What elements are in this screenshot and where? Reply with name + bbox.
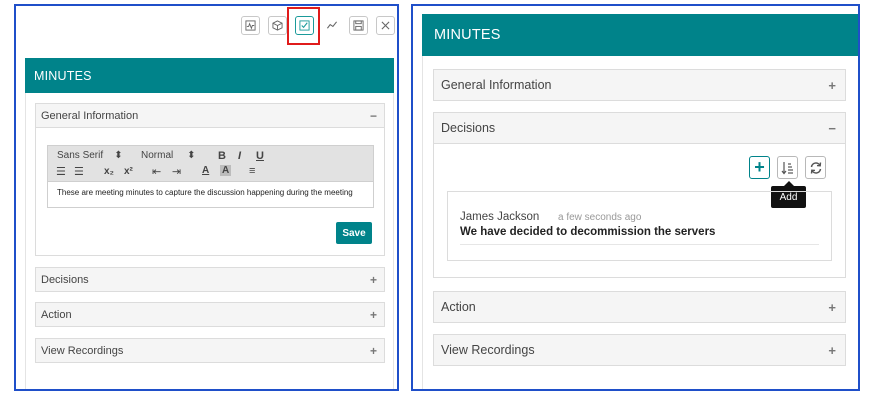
- pulse-icon[interactable]: [241, 16, 260, 35]
- header-title: MINUTES: [34, 68, 92, 83]
- section-action[interactable]: Action +: [35, 302, 385, 327]
- section-general-information[interactable]: General Information +: [433, 69, 846, 101]
- editor-toolbar: Sans Serif ⬍ Normal ⬍ B I U ☰ ☰ x₂ x² ⇤ …: [48, 146, 373, 182]
- ordered-list-icon[interactable]: ☰: [56, 165, 66, 178]
- divider: [460, 244, 819, 245]
- expand-icon[interactable]: +: [370, 308, 377, 322]
- section-decisions[interactable]: Decisions −: [433, 112, 846, 144]
- bullet-list-icon[interactable]: ☰: [74, 165, 84, 178]
- superscript-button[interactable]: x²: [124, 166, 133, 177]
- section-label: View Recordings: [441, 343, 535, 357]
- section-action[interactable]: Action +: [433, 291, 846, 323]
- section-label: Decisions: [41, 273, 89, 286]
- save-button[interactable]: Save: [336, 222, 372, 244]
- section-view-recordings[interactable]: View Recordings +: [35, 338, 385, 363]
- section-label: Action: [41, 308, 72, 321]
- add-icon[interactable]: +: [749, 156, 770, 179]
- underline-button[interactable]: U: [256, 150, 264, 162]
- minutes-header: MINUTES: [25, 58, 394, 93]
- align-icon[interactable]: ≡: [249, 165, 255, 177]
- decision-author: James Jackson: [460, 211, 540, 223]
- close-icon[interactable]: [376, 16, 395, 35]
- header-title: MINUTES: [434, 27, 501, 43]
- section-label: Decisions: [441, 121, 496, 135]
- rich-text-editor: Sans Serif ⬍ Normal ⬍ B I U ☰ ☰ x₂ x² ⇤ …: [47, 145, 374, 208]
- editor-content[interactable]: These are meeting minutes to capture the…: [48, 182, 373, 203]
- size-select[interactable]: Normal ⬍: [141, 150, 196, 161]
- expand-icon[interactable]: +: [828, 300, 836, 315]
- section-general-information[interactable]: General Information −: [35, 103, 385, 128]
- collapse-icon[interactable]: −: [370, 109, 377, 123]
- font-select[interactable]: Sans Serif ⬍: [57, 150, 123, 161]
- refresh-icon[interactable]: [805, 156, 826, 179]
- minutes-header: MINUTES: [422, 14, 858, 56]
- collapse-icon[interactable]: −: [828, 121, 836, 136]
- outdent-icon[interactable]: ⇤: [152, 165, 161, 178]
- indent-icon[interactable]: ⇥: [172, 165, 181, 178]
- section-label: General Information: [41, 109, 139, 122]
- section-label: View Recordings: [41, 344, 124, 357]
- decision-time: a few seconds ago: [558, 212, 642, 223]
- section-decisions[interactable]: Decisions +: [35, 267, 385, 292]
- expand-icon[interactable]: +: [370, 344, 377, 358]
- sort-icon[interactable]: [777, 156, 798, 179]
- save-icon[interactable]: [349, 16, 368, 35]
- section-label: General Information: [441, 78, 552, 92]
- italic-button[interactable]: I: [238, 150, 241, 162]
- decision-text: We have decided to decommission the serv…: [460, 226, 716, 238]
- font-color-button[interactable]: A: [202, 165, 209, 176]
- expand-icon[interactable]: +: [370, 273, 377, 287]
- expand-icon[interactable]: +: [828, 343, 836, 358]
- decision-tools: +: [749, 156, 826, 179]
- right-screenshot-panel: MINUTES General Information + Decisions …: [411, 4, 860, 391]
- section-label: Action: [441, 300, 476, 314]
- background-color-button[interactable]: A: [220, 165, 232, 176]
- highlight-box: [287, 7, 320, 45]
- cube-icon[interactable]: [268, 16, 287, 35]
- decision-entry: James Jackson a few seconds ago We have …: [447, 191, 832, 261]
- bold-button[interactable]: B: [218, 150, 226, 162]
- section-view-recordings[interactable]: View Recordings +: [433, 334, 846, 366]
- left-screenshot-panel: MINUTES General Information − Sans Serif…: [14, 4, 399, 391]
- subscript-button[interactable]: x₂: [104, 166, 114, 177]
- trend-icon[interactable]: [322, 16, 341, 35]
- expand-icon[interactable]: +: [828, 78, 836, 93]
